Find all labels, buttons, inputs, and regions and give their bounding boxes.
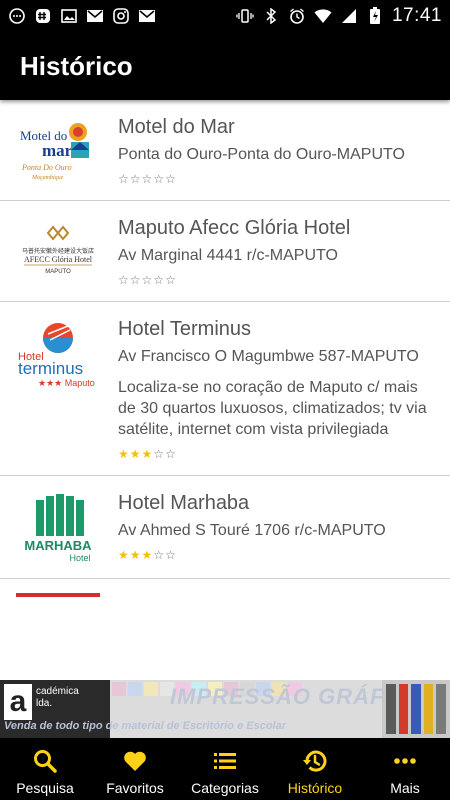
hotel-name: Maputo Afecc Glória Hotel (118, 217, 351, 239)
list-item[interactable]: 马普托安徽外经建设大饭店 AFECC Glória Hotel MAPUTO M… (0, 201, 450, 302)
hotel-logo: Hotel terminus ★★★ Maputo (16, 316, 100, 461)
nav-label: Pesquisa (16, 780, 74, 796)
gmail-icon (86, 8, 104, 24)
history-icon (303, 750, 327, 772)
ad-logo: a (4, 684, 32, 720)
image-icon (60, 8, 78, 24)
bottom-navigation: Pesquisa Favoritos Categorias Histórico … (0, 738, 450, 800)
list-item[interactable]: MARHABA Hotel Hotel Marhaba Av Ahmed S T… (0, 476, 450, 579)
star-empty-icon: ☆ (118, 273, 130, 287)
hotel-info: Maputo Afecc Glória Hotel Av Marginal 44… (118, 215, 436, 287)
list-item[interactable]: Motel do mar Ponta Do Ouro Moçambique Mo… (0, 100, 450, 201)
list-item[interactable]: Hotel terminus ★★★ Maputo Hotel Terminus… (0, 302, 450, 476)
hotel-logo-text: ★★★ Maputo (38, 378, 95, 388)
nav-categorias[interactable]: Categorias (180, 738, 270, 800)
star-empty-icon: ☆ (118, 172, 130, 186)
vibrate-icon (236, 8, 254, 24)
star-empty-icon: ☆ (153, 447, 166, 461)
hotel-logo-text: MARHABA (24, 538, 92, 553)
status-bar-system: 17:41 (236, 5, 442, 27)
star-empty-icon: ☆ (165, 447, 177, 461)
status-time: 17:41 (391, 5, 442, 26)
nav-historico[interactable]: Histórico (270, 738, 360, 800)
hotel-address: Av Francisco O Magumbwe 587-MAPUTO (118, 348, 419, 365)
hotel-info: Hotel Terminus Av Francisco O Magumbwe 5… (118, 316, 436, 461)
star-empty-icon: ☆ (153, 273, 166, 287)
list-icon (214, 753, 236, 769)
star-filled-icon: ★ (141, 447, 154, 461)
hotel-logo-text: terminus (18, 359, 83, 378)
alarm-icon (288, 8, 306, 24)
hotel-logo: Motel do mar Ponta Do Ouro Moçambique (16, 114, 100, 186)
star-empty-icon: ☆ (129, 273, 142, 287)
instagram-icon (112, 8, 130, 24)
nav-label: Favoritos (106, 780, 164, 796)
star-filled-icon: ★ (141, 548, 154, 562)
ad-subtitle: Venda de todo tipo de material de Escrit… (4, 720, 286, 732)
hotel-address: Ponta do Ouro-Ponta do Ouro-MAPUTO (118, 146, 405, 163)
gmail-icon (138, 8, 156, 24)
star-empty-icon: ☆ (153, 548, 166, 562)
signal-icon (340, 8, 358, 24)
rating-stars: ☆☆☆☆☆ (118, 273, 436, 287)
hotel-logo: 马普托安徽外经建设大饭店 AFECC Glória Hotel MAPUTO (16, 215, 100, 287)
nav-label: Mais (390, 780, 420, 796)
hotel-logo-text: Ponta Do Ouro (21, 163, 71, 172)
hotel-name: Hotel Terminus (118, 318, 252, 340)
star-empty-icon: ☆ (153, 172, 166, 186)
rating-stars: ★★★☆☆ (118, 447, 436, 461)
rating-stars: ☆☆☆☆☆ (118, 172, 436, 186)
star-filled-icon: ★ (118, 548, 130, 562)
history-list[interactable]: Motel do mar Ponta Do Ouro Moçambique Mo… (0, 100, 450, 680)
bluetooth-icon (262, 8, 280, 24)
hotel-logo (16, 593, 100, 605)
star-empty-icon: ☆ (129, 172, 142, 186)
hotel-address: Av Marginal 4441 r/c-MAPUTO (118, 247, 338, 264)
hotel-logo-text: AFECC Glória Hotel (24, 255, 93, 264)
star-filled-icon: ★ (118, 447, 130, 461)
app-bar: Histórico (0, 32, 450, 100)
hotel-name: Hotel Marhaba (118, 492, 250, 514)
hotel-info: Hotel Marhaba Av Ahmed S Touré 1706 r/c-… (118, 490, 436, 564)
app-root: 17:41 Histórico Motel do mar Ponta Do Ou… (0, 0, 450, 800)
status-bar: 17:41 (0, 0, 450, 32)
star-empty-icon: ☆ (141, 172, 154, 186)
hotel-logo-text: 马普托安徽外经建设大饭店 (22, 247, 94, 255)
search-icon (34, 750, 57, 773)
hotel-address: Av Ahmed S Touré 1706 r/c-MAPUTO (118, 522, 386, 539)
star-empty-icon: ☆ (165, 548, 177, 562)
star-empty-icon: ☆ (141, 273, 154, 287)
heart-icon (124, 751, 146, 771)
hotel-name: Motel do Mar (118, 116, 235, 138)
hotel-logo: MARHABA Hotel (16, 490, 100, 564)
ad-binders-image (382, 680, 450, 738)
hotel-description: Localiza-se no coração de Maputo c/ mais… (118, 379, 427, 438)
whatsapp-icon (8, 8, 26, 24)
status-bar-notifications (8, 8, 156, 24)
hotel-logo-text: Hotel (69, 553, 90, 563)
more-icon (394, 758, 416, 764)
star-filled-icon: ★ (129, 548, 142, 562)
battery-charging-icon (366, 7, 384, 24)
hashtag-icon (34, 8, 52, 24)
wifi-icon (314, 8, 332, 24)
nav-favoritos[interactable]: Favoritos (90, 738, 180, 800)
hotel-logo-edge (16, 593, 100, 597)
nav-mais[interactable]: Mais (360, 738, 450, 800)
ad-brand-text: cadémica lda. (36, 686, 79, 709)
ad-banner[interactable]: a cadémica lda. IMPRESSÃO GRÁFICA Venda … (0, 680, 450, 738)
hotel-logo-text: mar (42, 141, 73, 160)
nav-pesquisa[interactable]: Pesquisa (0, 738, 90, 800)
hotel-info: Motel do Mar Ponta do Ouro-Ponta do Ouro… (118, 114, 436, 186)
list-item[interactable] (0, 579, 450, 619)
star-empty-icon: ☆ (165, 172, 177, 186)
hotel-logo-text: MAPUTO (45, 269, 71, 275)
star-empty-icon: ☆ (165, 273, 177, 287)
hotel-logo-text: Moçambique (31, 175, 64, 181)
rating-stars: ★★★☆☆ (118, 548, 436, 562)
star-filled-icon: ★ (129, 447, 142, 461)
nav-label: Histórico (287, 780, 343, 796)
page-title: Histórico (20, 50, 133, 81)
nav-label: Categorias (191, 780, 259, 796)
